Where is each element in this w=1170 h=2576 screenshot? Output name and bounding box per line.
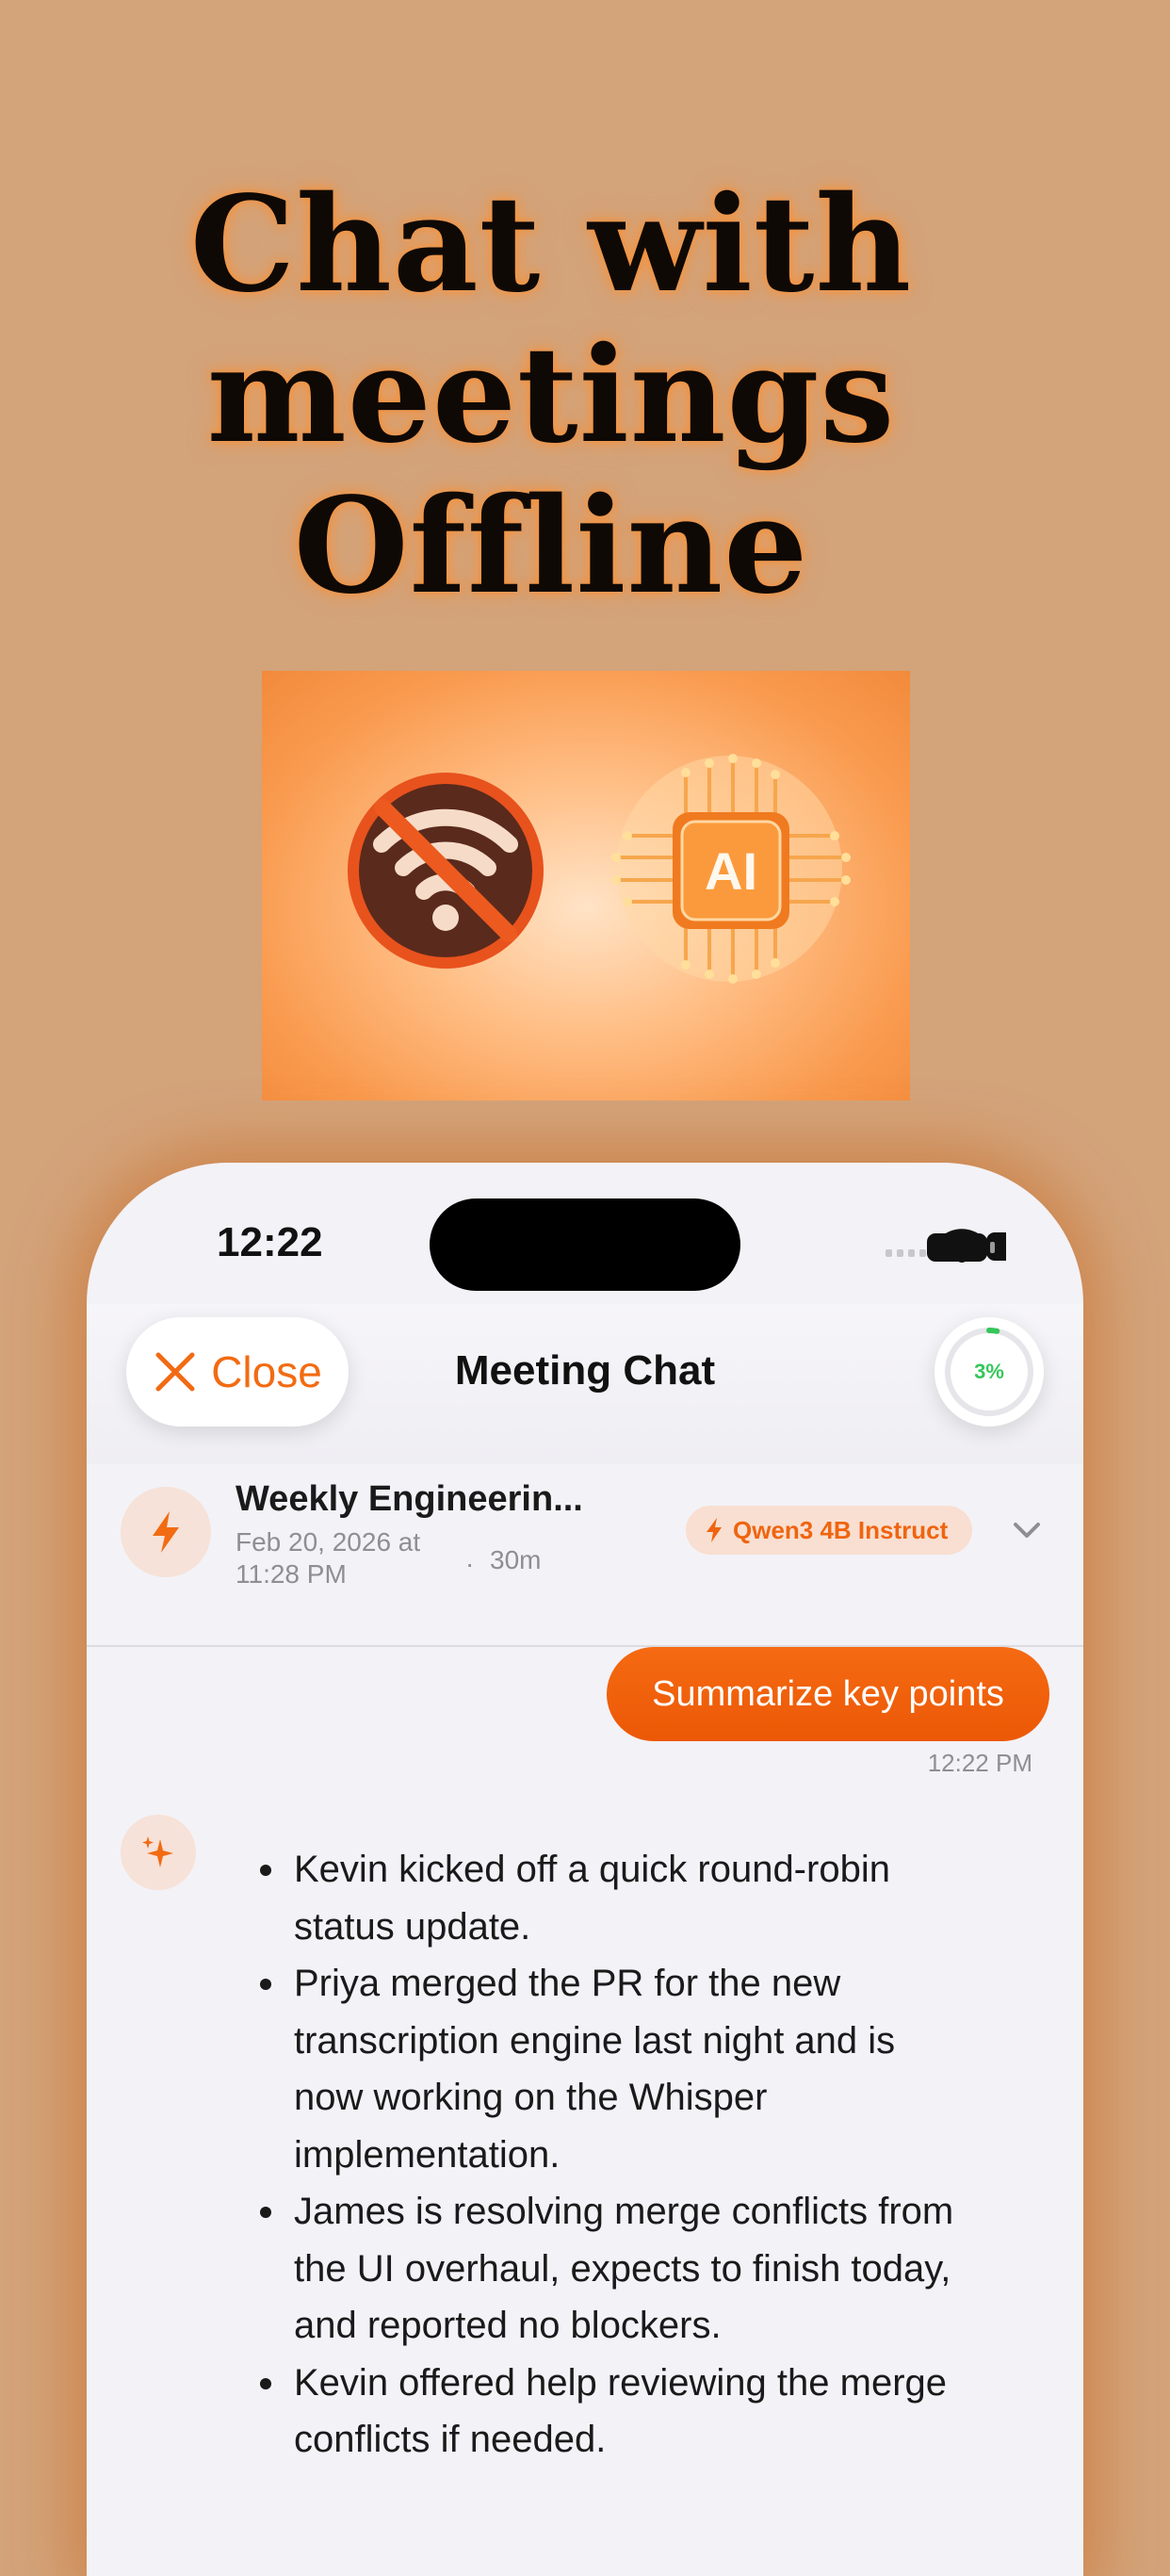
model-badge[interactable]: Qwen3 4B Instruct <box>686 1506 973 1555</box>
progress-label: 3% <box>974 1360 1004 1383</box>
status-time: 12:22 <box>217 1219 323 1265</box>
model-progress-indicator[interactable]: 3% <box>934 1317 1044 1427</box>
ai-chip-icon: AI <box>611 754 851 984</box>
meeting-header[interactable]: Weekly Engineerin... Feb 20, 2026 at 11:… <box>87 1451 1083 1647</box>
headline: Chat with meetings Offline <box>0 170 1102 622</box>
hero-art: AI <box>348 754 851 984</box>
ai-chip-label: AI <box>705 841 757 901</box>
dynamic-island <box>430 1198 740 1291</box>
model-name: Qwen3 4B Instruct <box>733 1515 949 1544</box>
phone-screen: 12:22 Close Meeting Chat 3% Weekly Engin… <box>87 1163 1083 2576</box>
ai-bullet-1: Kevin kicked off a quick round-robin sta… <box>260 1841 972 1955</box>
hero-illustration: AI <box>262 671 910 1101</box>
user-message-bubble[interactable]: Summarize key points <box>607 1647 1049 1741</box>
ai-bullet-3: James is resolving merge conflicts from … <box>260 2183 972 2355</box>
headline-line-1: Chat with <box>189 168 913 322</box>
meeting-title: Weekly Engineerin... <box>236 1479 583 1519</box>
bolt-icon <box>153 1511 179 1553</box>
meeting-date: Feb 20, 2026 at 11:28 PM <box>236 1527 421 1589</box>
meeting-duration: 30m <box>490 1545 542 1574</box>
sparkle-icon <box>142 1836 173 1867</box>
meeting-separator: · <box>465 1549 475 1578</box>
no-wifi-icon <box>348 773 544 969</box>
battery-icon-full <box>927 1233 995 1262</box>
message-timestamp: 12:22 PM <box>927 1749 1032 1777</box>
bolt-icon <box>707 1518 722 1542</box>
meeting-avatar <box>121 1487 211 1577</box>
ai-avatar <box>121 1815 196 1890</box>
ai-response: Kevin kicked off a quick round-robin sta… <box>260 1841 972 2469</box>
ai-bullet-2: Priya merged the PR for the new transcri… <box>260 1955 972 2183</box>
ai-bullet-4: Kevin offered help reviewing the merge c… <box>260 2355 972 2469</box>
headline-line-3: Offline <box>293 469 809 624</box>
cellular-icon <box>886 1249 926 1257</box>
chevron-down-icon[interactable] <box>1012 1519 1042 1541</box>
headline-line-2: meetings <box>206 318 896 473</box>
